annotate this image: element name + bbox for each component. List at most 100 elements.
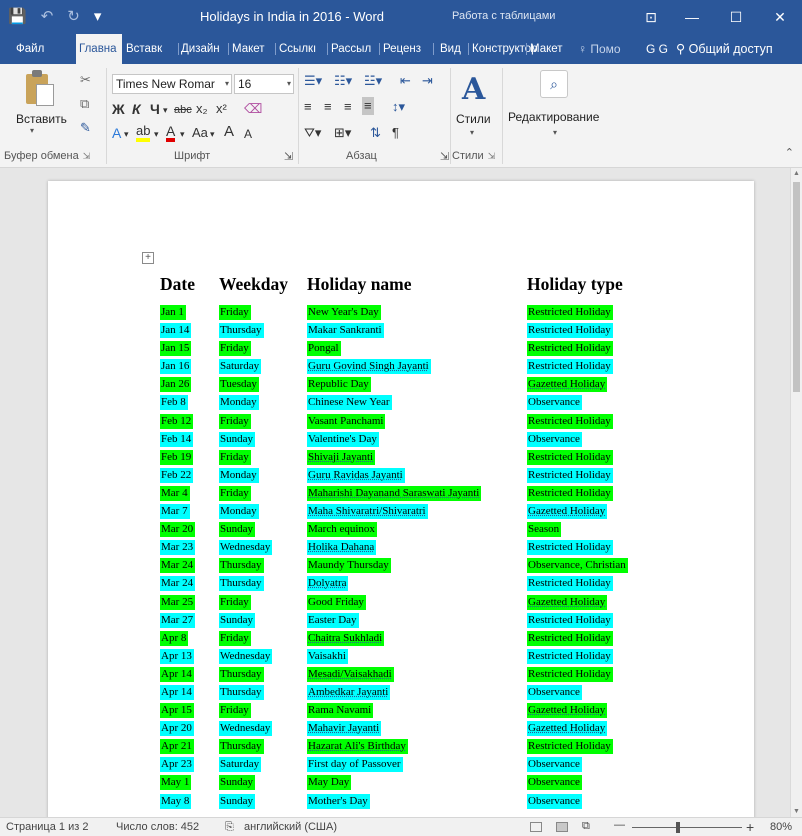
share-button[interactable]: ⚲ Общий доступ [676,34,773,64]
font-color-dropdown-icon[interactable]: ▾ [180,125,185,143]
print-layout-icon[interactable] [556,822,568,832]
show-formatting-marks-icon[interactable]: ¶ [392,124,399,142]
font-color-icon[interactable]: A [166,124,176,142]
numbering-icon[interactable]: ☷▾ [334,72,352,90]
font-dialog-launcher-icon[interactable]: ⇲ [284,150,293,163]
styles-button[interactable]: Стили [456,112,491,126]
chevron-down-icon[interactable]: ▾ [470,128,474,137]
vertical-scrollbar[interactable]: ▲ ▼ [790,168,802,817]
customize-qat-icon[interactable]: ▾ [94,7,102,27]
redo-icon[interactable]: ↻ [67,7,80,27]
subscript-button[interactable]: x₂ [196,100,208,118]
tab-layout[interactable]: Макет [232,34,274,64]
change-case-button[interactable]: Aa [192,124,208,142]
line-spacing-icon[interactable]: ↕▾ [392,98,405,116]
dialog-launcher-icon[interactable]: ⇲ [488,151,496,161]
scrollbar-thumb[interactable] [793,182,800,392]
scroll-up-icon[interactable]: ▲ [793,170,800,177]
language-indicator[interactable]: английский (США) [244,821,337,833]
tab-review[interactable]: Реценз [383,34,433,64]
zoom-slider-thumb[interactable] [676,822,680,833]
sort-icon[interactable]: ⇅ [370,124,381,142]
cell-name: Valentine's Day [307,431,379,447]
superscript-button[interactable]: x² [216,100,227,118]
cell-weekday: Sunday [219,775,255,791]
zoom-out-button[interactable]: — [614,819,625,831]
page-count[interactable]: Страница 1 из 2 [6,821,88,833]
borders-icon[interactable]: ⊞▾ [334,124,351,142]
increase-indent-icon[interactable]: ⇥ [422,72,433,90]
editing-button[interactable]: Редактирование [508,110,599,124]
header-weekday: Weekday [219,274,289,294]
minimize-button[interactable]: — [670,0,714,34]
multilevel-list-icon[interactable]: ☳▾ [364,72,382,90]
tab-file[interactable]: Файл [16,34,56,64]
paste-button[interactable]: Вставить [16,112,67,126]
web-layout-icon[interactable]: ⧉ [582,820,590,833]
tab-design[interactable]: Дизайн [181,34,229,64]
read-mode-icon[interactable] [530,822,542,832]
bold-button[interactable]: Ж [112,100,125,118]
shading-icon[interactable]: ⛛▾ [304,124,321,142]
highlight-dropdown-icon[interactable]: ▾ [154,125,159,143]
cell-type: Restricted Holiday [527,648,613,664]
zoom-slider[interactable] [632,827,742,828]
align-left-icon[interactable]: ≡ [304,98,312,116]
text-effects-dropdown-icon[interactable]: ▾ [124,125,129,143]
format-painter-icon[interactable]: ✎ [80,120,91,136]
cell-weekday: Tuesday [219,377,259,393]
decrease-indent-icon[interactable]: ⇤ [400,72,411,90]
tab-view[interactable]: Вид [440,34,468,64]
save-icon[interactable]: 💾 [8,7,27,27]
change-case-dropdown-icon[interactable]: ▾ [210,125,215,143]
tell-me-box[interactable]: ♀ Помо [578,34,621,64]
paste-dropdown-icon[interactable]: ▾ [30,126,34,135]
table-move-handle-icon[interactable]: + [142,252,154,264]
dialog-launcher-icon[interactable]: ⇲ [83,151,91,161]
scroll-down-icon[interactable]: ▼ [793,808,800,815]
word-count[interactable]: Число слов: 452 [116,821,199,833]
highlight-color-icon[interactable]: ab [136,124,151,142]
zoom-in-button[interactable]: + [746,819,754,835]
close-button[interactable]: ✕ [758,0,802,34]
strikethrough-button[interactable]: abc [174,101,192,119]
grow-font-button[interactable]: A [224,123,234,141]
search-icon[interactable]: ⌕ [540,70,568,98]
bullets-icon[interactable]: ☰▾ [304,72,322,90]
cell-date: Feb 22 [160,467,194,483]
align-center-icon[interactable]: ≡ [324,98,332,116]
cut-icon[interactable]: ✂ [80,72,91,88]
proofing-icon[interactable]: ⎘ [225,821,234,834]
shrink-font-button[interactable]: A [244,125,252,143]
tab-references[interactable]: Ссылкı [279,34,327,64]
table-row: May 8 Sunday Mother's Day Observance [48,792,754,810]
tab-home[interactable]: Главна [76,34,122,64]
font-name-combo[interactable]: Times New Romar ▾ [112,74,232,94]
ribbon-display-options-button[interactable]: ⊡ [632,0,670,34]
clear-formatting-icon[interactable]: ⌫ [244,100,262,118]
document-area[interactable]: + Date Weekday Holiday name Holiday type… [0,168,790,817]
tab-insert[interactable]: Вставк [124,34,178,64]
underline-button[interactable]: Ч [150,100,160,118]
paste-icon[interactable] [22,70,56,108]
font-size-combo[interactable]: 16 ▾ [234,74,294,94]
cell-weekday: Friday [219,341,251,357]
text-effects-icon[interactable]: A [112,124,121,142]
italic-button[interactable]: К [132,100,141,118]
justify-icon[interactable]: ≡ [362,97,374,115]
group-separator [298,68,299,164]
paragraph-dialog-launcher-icon[interactable]: ⇲ [440,150,449,163]
underline-dropdown-icon[interactable]: ▾ [163,101,168,119]
tab-table-layout[interactable]: Макет [530,34,572,64]
copy-icon[interactable]: ⧉ [80,96,89,112]
undo-icon[interactable]: ↶ [41,7,54,27]
align-right-icon[interactable]: ≡ [344,98,352,116]
user-account[interactable]: G G [646,34,668,64]
collapse-ribbon-icon[interactable]: ⌃ [785,146,794,159]
chevron-down-icon[interactable]: ▾ [553,128,557,137]
maximize-button[interactable]: ☐ [714,0,758,34]
document-page[interactable]: + Date Weekday Holiday name Holiday type… [48,181,754,817]
zoom-level[interactable]: 80% [770,821,792,833]
tab-mailings[interactable]: Рассыл [331,34,379,64]
styles-icon[interactable]: A [462,72,485,107]
